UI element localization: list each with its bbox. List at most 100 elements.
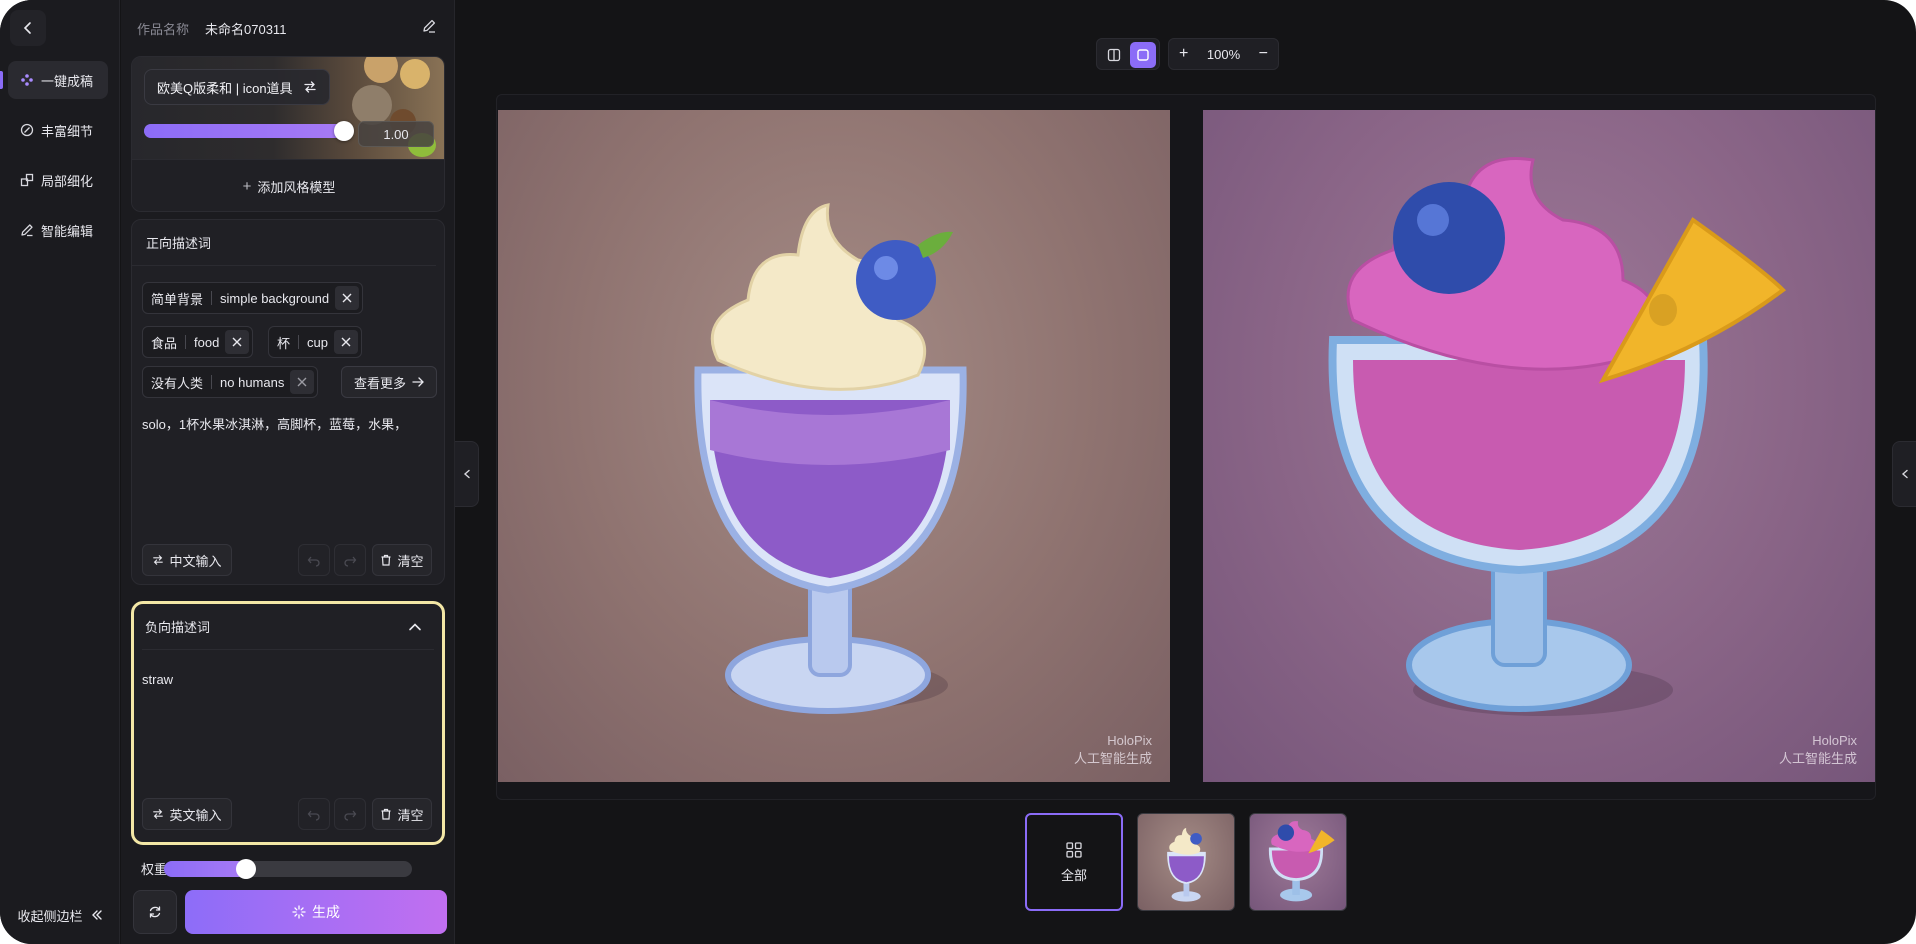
zoom-out-button[interactable]: − [1259,45,1268,63]
style-strength-input[interactable]: 1.00 [358,121,434,147]
negative-prompt-header[interactable]: 负向描述词 [142,604,434,650]
thumbnail-image-2[interactable] [1249,813,1347,911]
prompt-tag[interactable]: 没有人类 no humans [142,366,319,398]
style-model-name: 欧美Q版柔和 | icon道具 [157,80,293,96]
active-indicator [0,71,3,89]
watermark-note: 人工智能生成 [1778,751,1857,766]
swap-icon [303,81,316,93]
edit-name-button[interactable] [421,18,437,37]
undo-icon [307,556,320,567]
nav-item-smart-edit[interactable]: 智能编辑 [8,211,108,249]
local-refine-icon [19,172,35,188]
refresh-button[interactable] [133,890,177,934]
split-view-icon [1107,48,1121,62]
weight-handle[interactable] [235,859,256,879]
close-icon [232,337,242,347]
back-button[interactable] [10,10,46,46]
thumbnail-all-label: 全部 [1060,867,1087,883]
close-icon [297,377,307,387]
clear-negative-button[interactable]: 清空 [372,798,432,830]
view-more-button[interactable]: 查看更多 [341,366,437,398]
tag-cn-label: 简单背景 [151,291,204,307]
style-strength-handle[interactable] [334,121,354,141]
negative-prompt-text[interactable]: straw [142,672,173,687]
nav-item-enrich-detail[interactable]: 丰富细节 [8,111,108,149]
expand-right-panel-toggle[interactable] [1892,441,1916,507]
sundae-thumbnail [1167,827,1206,902]
zoom-in-button[interactable]: + [1179,45,1188,63]
collapse-panel-toggle[interactable] [455,441,479,507]
clear-label: 清空 [397,553,424,569]
positive-prompt-card: 正向描述词 简单背景 simple background 食品 food 杯 c… [131,219,445,585]
collapse-sidebar-label: 收起侧边栏 [17,908,83,924]
remove-tag-button[interactable] [290,370,315,394]
app-window: 一键成稿 丰富细节 局部细化 智能编辑 收起侧边栏 作品名称 未命名070311… [0,0,1916,944]
chinese-input-button[interactable]: 中文输入 [142,544,232,576]
style-strength-fill [144,124,344,138]
tag-en-label: simple background [220,290,330,306]
undo-button[interactable] [298,798,330,830]
work-title-row: 作品名称 未命名070311 [137,18,437,38]
positive-prompt-text[interactable]: solo，1杯水果冰淇淋，高脚杯，蓝莓，水果， [142,416,436,434]
collapse-sidebar-button[interactable]: 收起侧边栏 [0,900,120,930]
zoom-level: 100% [1206,46,1241,62]
clear-positive-button[interactable]: 清空 [372,544,432,576]
swap-icon [153,555,164,565]
plus-icon: + [242,178,252,195]
prompt-tag[interactable]: 简单背景 simple background [142,282,364,314]
refresh-icon [149,906,161,918]
double-chevron-left-icon [91,910,102,920]
settings-panel: 作品名称 未命名070311 欧美Q版柔和 | icon道具 1.00 + 添加… [121,0,455,944]
nav-item-label: 丰富细节 [41,123,94,139]
style-model-card: 欧美Q版柔和 | icon道具 1.00 + 添加风格模型 [131,56,445,212]
work-name-value: 未命名070311 [205,21,287,37]
close-icon [341,337,351,347]
thumbnail-image-1[interactable] [1137,813,1235,911]
sundae-thumbnail [1268,821,1335,902]
redo-button[interactable] [334,798,366,830]
style-strength-slider[interactable] [144,121,354,141]
negative-prompt-card: 负向描述词 straw 英文输入 清空 [131,601,445,845]
detail-icon [19,122,35,138]
style-model-selector[interactable]: 欧美Q版柔和 | icon道具 [144,69,330,105]
positive-prompt-title: 正向描述词 [132,220,436,266]
nav-item-label: 一键成稿 [41,73,94,89]
remove-tag-button[interactable] [225,330,250,354]
tag-en-label: food [194,334,220,350]
prompt-tag[interactable]: 食品 food [142,326,254,358]
edit-icon [423,19,436,33]
watermark-brand: HoloPix [1812,733,1857,748]
pencil-icon [19,222,35,238]
nav-item-one-click[interactable]: 一键成稿 [8,61,108,99]
add-style-model-button[interactable]: + 添加风格模型 [132,159,444,211]
generate-button[interactable]: 生成 [185,890,447,934]
single-view-button[interactable] [1130,42,1156,68]
negative-prompt-title: 负向描述词 [145,620,211,635]
tag-cn-label: 杯 [277,335,291,351]
generated-image-1[interactable]: HoloPix 人工智能生成 [498,110,1170,782]
tag-en-label: no humans [220,374,285,390]
weight-fill [164,861,246,877]
grid-icon [1066,841,1082,858]
split-view-button[interactable] [1101,42,1127,68]
redo-icon [344,556,357,567]
undo-button[interactable] [298,544,330,576]
weight-slider[interactable] [164,859,412,879]
redo-button[interactable] [334,544,366,576]
generated-image-2[interactable]: HoloPix 人工智能生成 [1203,110,1875,782]
remove-tag-button[interactable] [333,330,358,354]
trash-icon [381,554,391,566]
remove-tag-button[interactable] [335,286,360,310]
nav-item-local-refine[interactable]: 局部细化 [8,161,108,199]
close-icon [342,293,352,303]
nav-item-label: 局部细化 [41,173,94,189]
nav-item-label: 智能编辑 [41,223,94,239]
trash-icon [381,808,391,820]
chevron-up-icon[interactable] [408,620,422,634]
english-input-button[interactable]: 英文输入 [142,798,232,830]
sparkle-dots-icon [19,72,35,88]
redo-icon [344,810,357,821]
chinese-input-label: 中文输入 [169,553,222,569]
prompt-tag[interactable]: 杯 cup [268,326,362,358]
thumbnail-all[interactable]: 全部 [1025,813,1123,911]
